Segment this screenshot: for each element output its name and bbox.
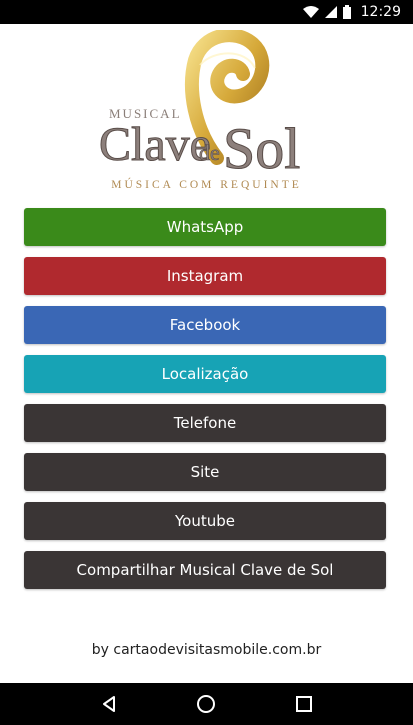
button-list: WhatsApp Instagram Facebook Localização … (24, 208, 386, 600)
logo-sol: Sol (223, 116, 300, 180)
footer-credit[interactable]: by cartaodevisitasmobile.com.br (0, 642, 413, 658)
nav-bar (0, 683, 413, 725)
battery-icon (342, 5, 351, 19)
logo-de: de (199, 140, 220, 165)
location-button[interactable]: Localização (24, 355, 386, 393)
back-icon[interactable] (95, 690, 123, 718)
signal-icon (324, 6, 337, 18)
youtube-button[interactable]: Youtube (24, 502, 386, 540)
logo-tagline: MÚSICA COM REQUINTE (111, 179, 302, 191)
treble-clef-logo: MUSICAL Clave de Sol (99, 30, 301, 180)
home-icon[interactable] (192, 690, 220, 718)
recents-icon[interactable] (290, 690, 318, 718)
whatsapp-button[interactable]: WhatsApp (24, 208, 386, 246)
wifi-icon (302, 6, 319, 18)
logo: MUSICAL Clave de Sol MÚSICA COM REQUINTE (0, 24, 413, 202)
facebook-button[interactable]: Facebook (24, 306, 386, 344)
status-bar: 12:29 (0, 0, 413, 24)
logo-clave: Clave (99, 118, 211, 171)
status-time: 12:29 (360, 4, 401, 20)
phone-button[interactable]: Telefone (24, 404, 386, 442)
instagram-button[interactable]: Instagram (24, 257, 386, 295)
share-button[interactable]: Compartilhar Musical Clave de Sol (24, 551, 386, 589)
site-button[interactable]: Site (24, 453, 386, 491)
